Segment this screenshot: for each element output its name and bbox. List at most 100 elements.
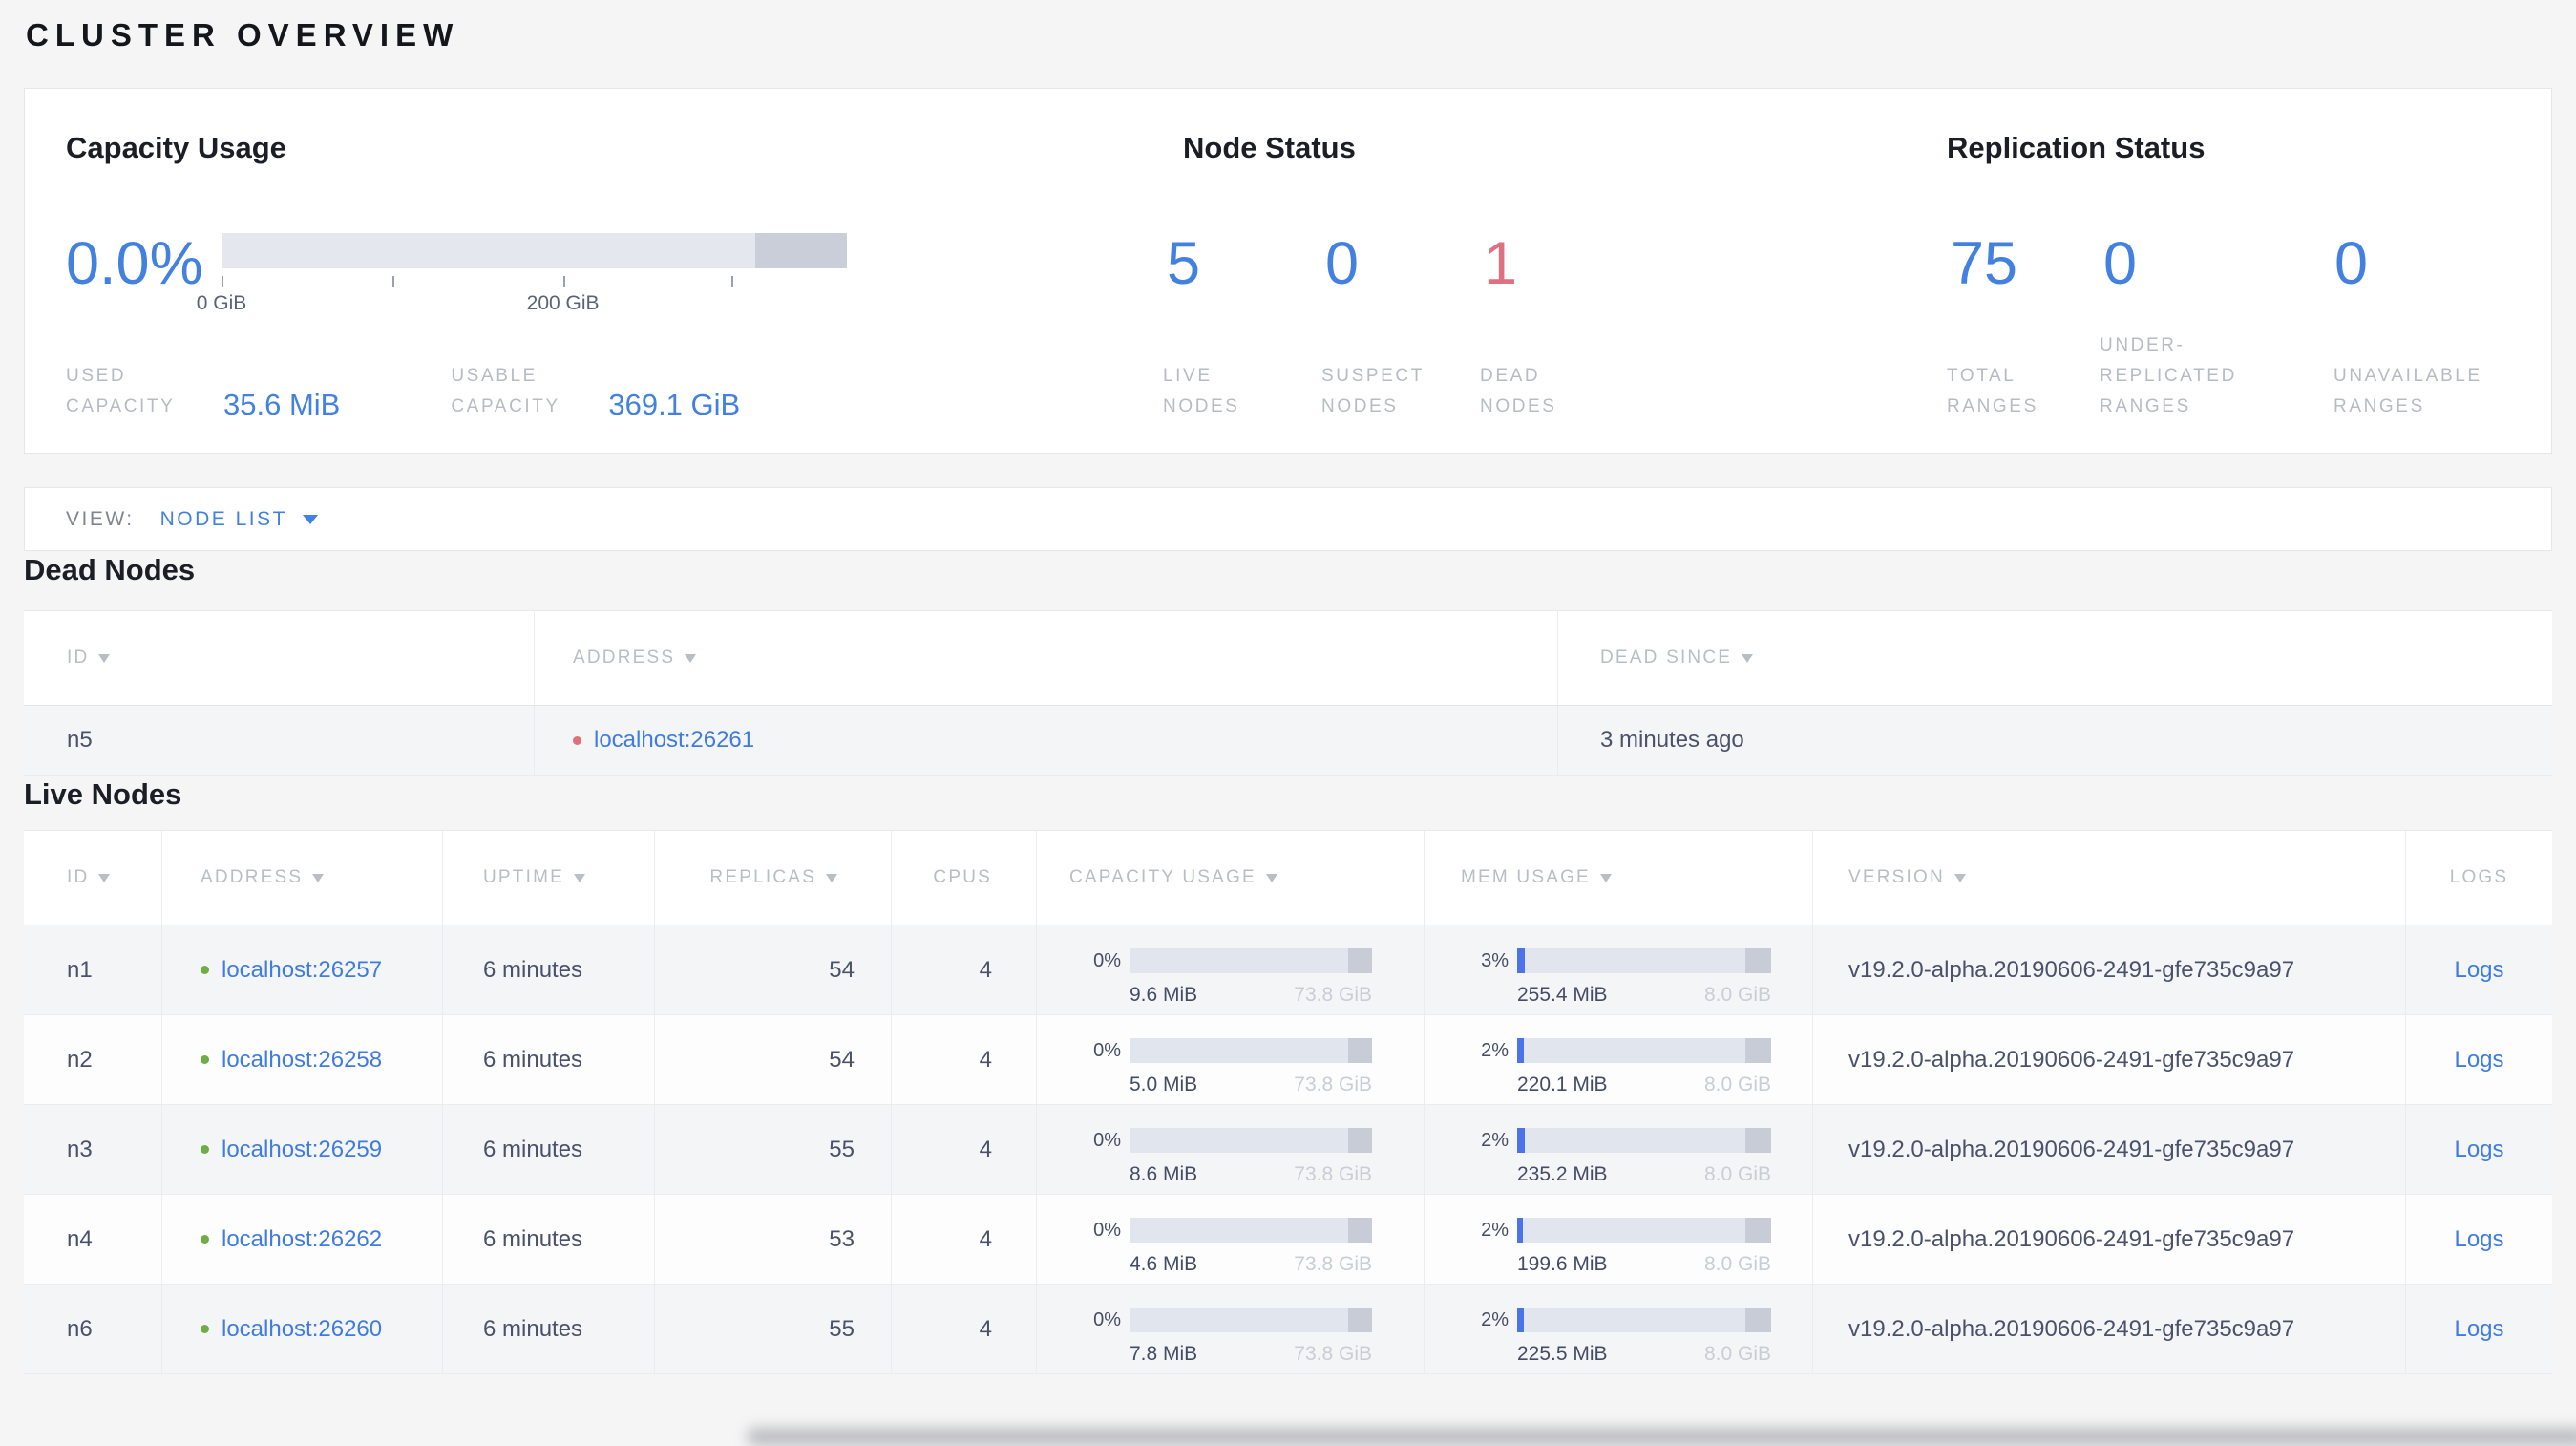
capacity-usage-bar-chart: 0 GiB 200 GiB	[197, 233, 847, 314]
mem-used-value: 255.4 MiB	[1517, 984, 1608, 1006]
node-mem-usage-cell: 2% 225.5 MiB 8.0 GiB	[1425, 1285, 1813, 1373]
capacity-total-value: 73.8 GiB	[1294, 1074, 1372, 1095]
live-status-dot-icon	[201, 1145, 209, 1154]
live-node-row: n6 localhost:26260 6 minutes 55 4 0% 7.8…	[24, 1285, 2552, 1374]
capacity-mini-bar-marker	[1347, 1218, 1372, 1243]
node-id: n3	[24, 1105, 162, 1194]
column-header-mem-usage[interactable]: MEM USAGE	[1425, 831, 1813, 925]
column-header-id[interactable]: ID	[24, 831, 162, 925]
mem-mini-bar	[1517, 1218, 1771, 1243]
logs-link[interactable]: Logs	[2454, 1047, 2503, 1074]
mem-percent: 3%	[1481, 949, 1509, 971]
dead-node-address-link[interactable]: localhost:26261	[594, 727, 754, 754]
column-header-address[interactable]: ADDRESS	[162, 831, 443, 925]
bottom-element-shadow	[747, 1428, 2576, 1446]
mem-mini-bar-marker	[1745, 1308, 1771, 1332]
node-logs-cell: Logs	[2406, 925, 2552, 1014]
live-nodes-label: LIVE NODES	[1163, 366, 1240, 416]
dead-nodes-table-header: ID ADDRESS DEAD SINCE	[24, 610, 2552, 706]
node-address-link[interactable]: localhost:26257	[222, 957, 382, 984]
mem-total-value: 8.0 GiB	[1703, 1074, 1771, 1095]
view-label: VIEW:	[66, 507, 135, 530]
logs-link[interactable]: Logs	[2454, 1137, 2503, 1163]
column-header-cpus-label: CPUS	[933, 867, 992, 887]
logs-link[interactable]: Logs	[2454, 1226, 2503, 1253]
mem-mini-bar	[1517, 1128, 1771, 1153]
capacity-mini-bar-marker	[1347, 1308, 1372, 1332]
node-replicas: 55	[655, 1285, 892, 1373]
node-cpus: 4	[892, 1105, 1037, 1194]
mem-percent: 2%	[1481, 1129, 1509, 1151]
live-status-dot-icon	[201, 1235, 209, 1244]
node-uptime: 6 minutes	[443, 1105, 655, 1194]
capacity-percent: 0%	[1093, 1039, 1121, 1061]
capacity-bar-track	[222, 233, 847, 268]
node-uptime: 6 minutes	[443, 1015, 655, 1104]
capacity-mini-bar-marker	[1347, 948, 1372, 973]
logs-link[interactable]: Logs	[2454, 957, 2503, 984]
column-header-uptime[interactable]: UPTIME	[443, 831, 655, 925]
node-mem-usage-cell: 2% 235.2 MiB 8.0 GiB	[1425, 1105, 1813, 1194]
mem-mini-bar-fill	[1517, 1038, 1525, 1063]
node-status-values: 5 0 1	[1167, 232, 1642, 295]
mem-percent: 2%	[1481, 1219, 1509, 1241]
used-capacity-label: USED CAPACITY	[66, 366, 176, 416]
column-header-dead-since[interactable]: DEAD SINCE	[1558, 611, 2552, 705]
total-ranges-count: 75	[1951, 230, 2018, 297]
mem-used-value: 220.1 MiB	[1517, 1074, 1608, 1095]
logs-link[interactable]: Logs	[2454, 1316, 2503, 1343]
total-ranges-label: TOTAL RANGES	[1947, 366, 2038, 416]
column-header-version[interactable]: VERSION	[1813, 831, 2406, 925]
node-address-link[interactable]: localhost:26259	[222, 1137, 382, 1163]
column-header-address[interactable]: ADDRESS	[535, 611, 1558, 705]
live-node-row: n1 localhost:26257 6 minutes 54 4 0% 9.6…	[24, 925, 2552, 1015]
node-logs-cell: Logs	[2406, 1105, 2552, 1194]
axis-tick	[391, 276, 394, 287]
column-header-replicas[interactable]: REPLICAS	[655, 831, 892, 925]
replication-status-values: 75 0 0	[1951, 232, 2368, 295]
capacity-percent: 0%	[1093, 1219, 1121, 1241]
column-header-id[interactable]: ID	[24, 611, 535, 705]
usable-capacity-value: 369.1 GiB	[608, 388, 741, 421]
cluster-summary-card: Capacity Usage Node Status Replication S…	[24, 88, 2552, 454]
column-header-uptime-label: UPTIME	[483, 867, 564, 887]
under-replicated-ranges-count: 0	[2103, 230, 2138, 297]
replication-status-labels: TOTAL RANGES UNDER- REPLICATED RANGES UN…	[1947, 330, 2482, 422]
mem-total-value: 8.0 GiB	[1703, 984, 1771, 1006]
node-capacity-usage-cell: 0% 5.0 MiB 73.8 GiB	[1037, 1015, 1425, 1104]
axis-tick-label-200: 200 GiB	[526, 292, 600, 314]
capacity-total-value: 73.8 GiB	[1294, 984, 1372, 1006]
dead-nodes-label: DEAD NODES	[1480, 366, 1557, 416]
capacity-percent: 0%	[1093, 1308, 1121, 1330]
node-logs-cell: Logs	[2406, 1285, 2552, 1373]
capacity-used-value: 8.6 MiB	[1130, 1163, 1198, 1185]
live-node-row: n4 localhost:26262 6 minutes 53 4 0% 4.6…	[24, 1195, 2552, 1285]
view-selected-value[interactable]: NODE LIST	[160, 508, 287, 531]
column-header-mem-usage-label: MEM USAGE	[1461, 867, 1591, 887]
chevron-down-icon	[302, 514, 318, 524]
node-id: n4	[24, 1195, 162, 1284]
dead-nodes-heading: Dead Nodes	[24, 553, 196, 586]
mem-mini-bar-marker	[1745, 1218, 1771, 1243]
node-status-heading: Node Status	[1183, 131, 1356, 164]
replication-status-heading: Replication Status	[1947, 131, 2206, 164]
sort-arrow-icon	[312, 873, 325, 882]
capacity-used-value: 4.6 MiB	[1130, 1253, 1198, 1275]
capacity-mini-bar-marker	[1347, 1128, 1372, 1153]
node-cpus: 4	[892, 925, 1037, 1014]
column-header-capacity-usage[interactable]: CAPACITY USAGE	[1037, 831, 1425, 925]
mem-mini-bar-fill	[1517, 1218, 1524, 1243]
sort-arrow-icon	[685, 653, 697, 663]
dead-node-row: n5 localhost:26261 3 minutes ago	[24, 706, 2552, 776]
node-capacity-usage-cell: 0% 7.8 MiB 73.8 GiB	[1037, 1285, 1425, 1373]
view-toolbar: VIEW: NODE LIST	[24, 487, 2552, 551]
node-address-link[interactable]: localhost:26258	[222, 1047, 382, 1074]
mem-mini-bar-fill	[1517, 948, 1526, 973]
node-address-link[interactable]: localhost:26260	[222, 1316, 382, 1343]
column-header-capacity-usage-label: CAPACITY USAGE	[1069, 867, 1256, 887]
mem-mini-bar-fill	[1517, 1128, 1525, 1153]
view-selector-dropdown[interactable]: NODE LIST	[160, 508, 318, 531]
node-address-link[interactable]: localhost:26262	[222, 1226, 382, 1253]
mem-percent: 2%	[1481, 1308, 1509, 1330]
mem-total-value: 8.0 GiB	[1703, 1343, 1771, 1365]
